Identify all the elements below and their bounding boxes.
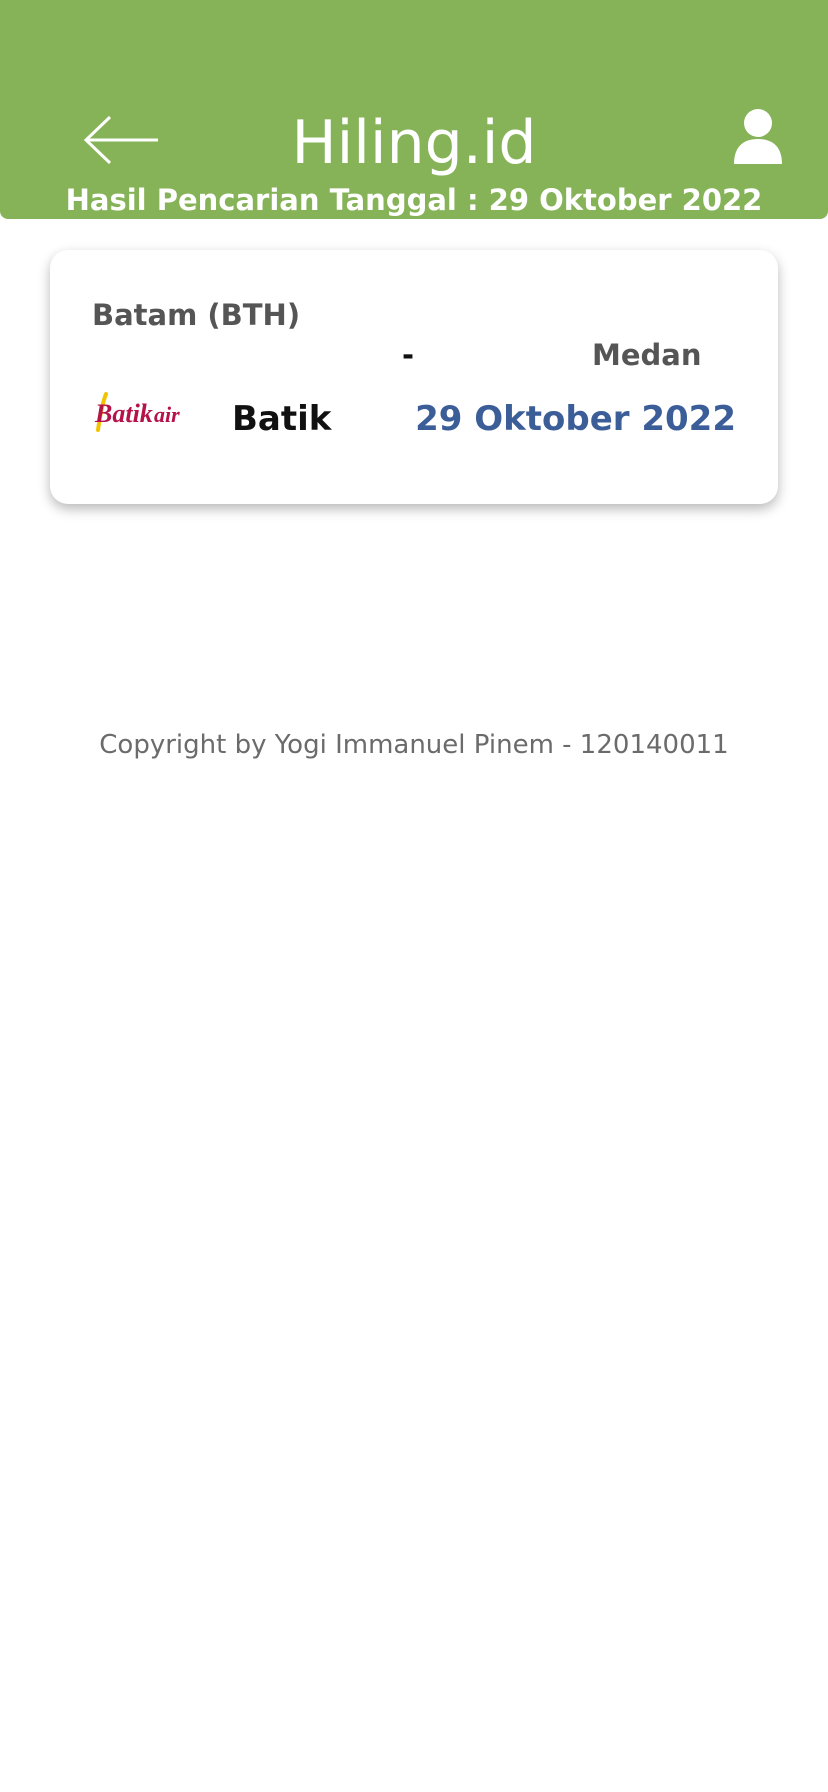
copyright-footer: Copyright by Yogi Immanuel Pinem - 12014… <box>99 730 729 760</box>
svg-text:Batik: Batik <box>94 399 153 428</box>
svg-text:air: air <box>154 402 180 427</box>
user-icon <box>734 109 782 164</box>
flight-result-card[interactable]: Batam (BTH) - Medan Batik air Batik 29 O… <box>50 250 778 504</box>
route-separator: - <box>402 338 415 372</box>
flight-date: 29 Oktober 2022 <box>415 399 736 439</box>
app-title: Hiling.id <box>291 108 537 178</box>
airline-name: Batik <box>232 399 332 439</box>
batik-air-logo: Batik air <box>92 388 192 438</box>
profile-button[interactable] <box>732 108 784 164</box>
search-result-date-title: Hasil Pencarian Tanggal : 29 Oktober 202… <box>65 183 763 217</box>
app-header: Hiling.id Hasil Pencarian Tanggal : 29 O… <box>0 0 828 219</box>
origin-city: Batam (BTH) <box>92 298 301 332</box>
destination-city: Medan <box>592 338 702 372</box>
